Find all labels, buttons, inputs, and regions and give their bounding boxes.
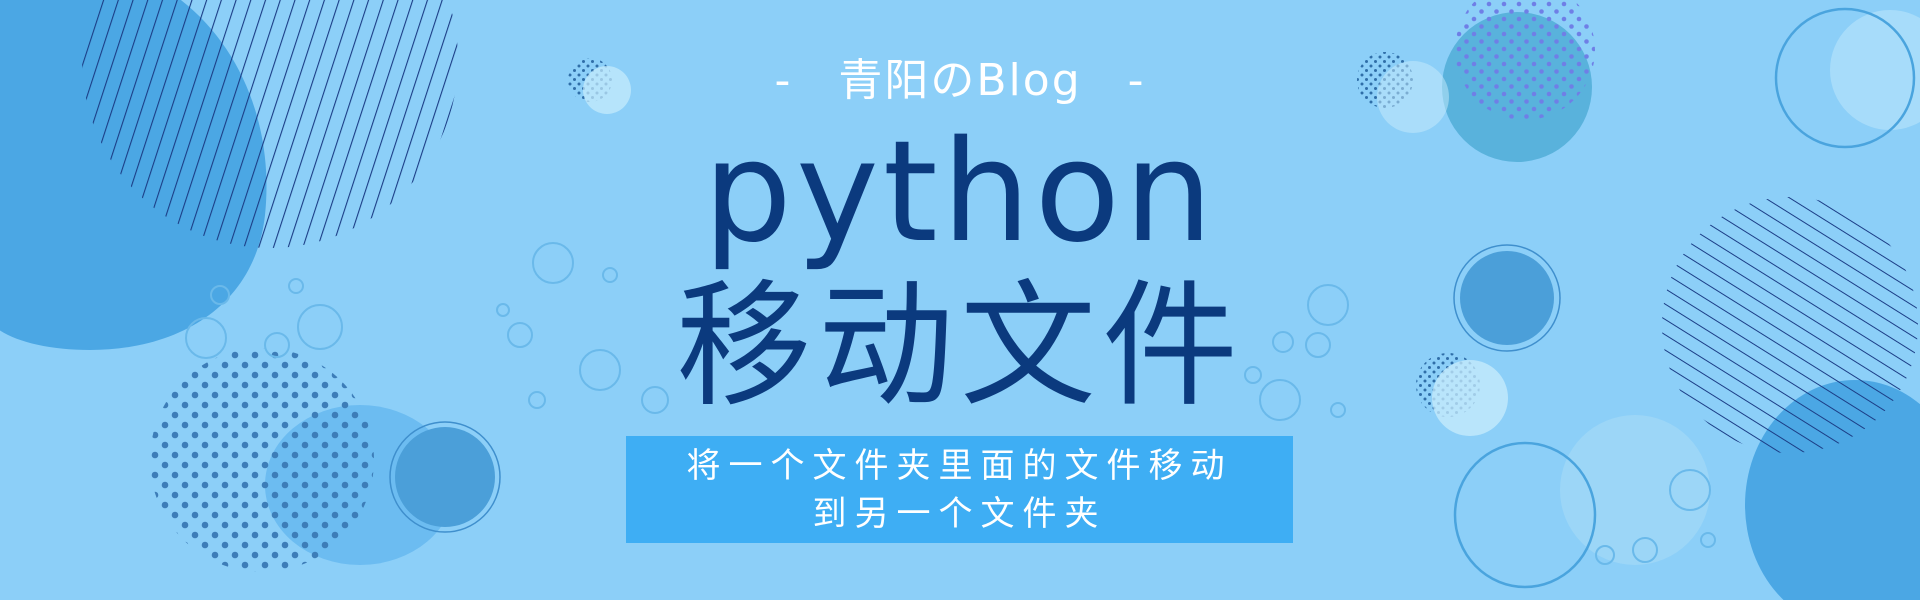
title-english: python (703, 111, 1217, 274)
blog-name: 青阳のBlog (838, 55, 1082, 106)
subtitle-box: 将一个文件夹里面的文件移动 到另一个文件夹 (626, 436, 1293, 543)
subtitle-line-2: 到另一个文件夹 (812, 493, 1107, 534)
subtitle-line-1: 将一个文件夹里面的文件移动 (686, 445, 1233, 486)
blog-name-header: - 青阳のBlog - (0, 44, 1920, 108)
title-chinese: 移动文件 (676, 268, 1244, 426)
dash-right: - (1127, 55, 1146, 106)
blog-banner: - 青阳のBlog - python 移动文件 将一个文件夹里面的文件移动 到另… (0, 0, 1920, 600)
dash-left: - (774, 55, 793, 106)
